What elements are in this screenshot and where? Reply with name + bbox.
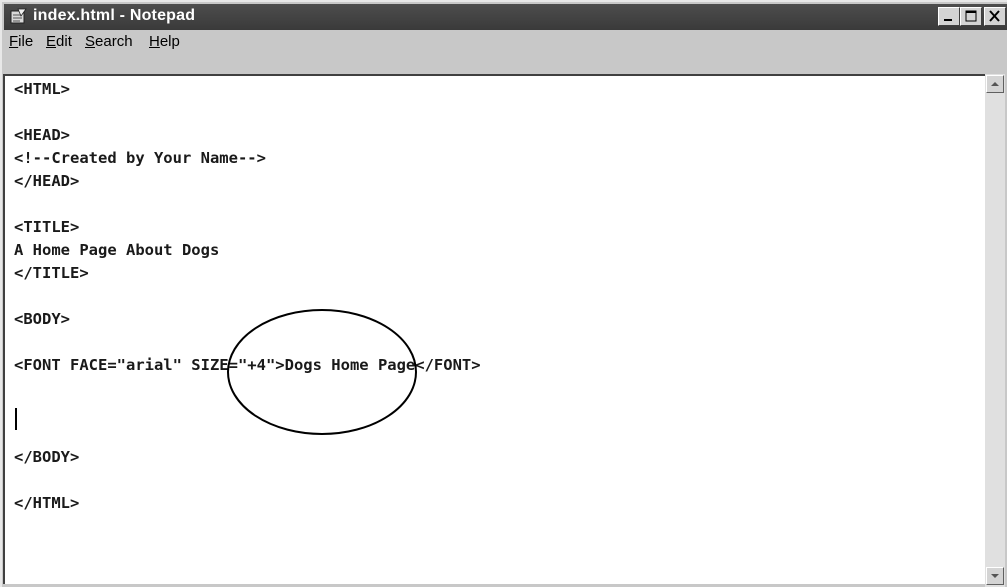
menu-help-label: elp — [159, 33, 180, 50]
code-line: </HEAD> — [14, 172, 80, 190]
arrow-up-icon — [991, 82, 999, 86]
maximize-icon — [965, 10, 977, 22]
close-button[interactable] — [984, 7, 1006, 26]
editor-top-frame — [4, 54, 1007, 76]
menu-help[interactable]: Help — [149, 33, 180, 50]
menu-bar: File Edit Search Help — [4, 30, 1007, 54]
minimize-icon — [944, 19, 952, 21]
code-line: </TITLE> — [14, 264, 89, 282]
minimize-button[interactable] — [938, 7, 960, 26]
editor-content[interactable]: <HTML> <HEAD> <!--Created by Your Name--> <… — [14, 78, 481, 515]
window-title: index.html - Notepad — [33, 7, 196, 24]
menu-file-accel: F — [9, 33, 19, 50]
window-controls — [938, 7, 1006, 27]
code-line: <TITLE> — [14, 218, 80, 236]
code-line: A Home Page About Dogs — [14, 241, 220, 259]
code-line: <!--Created by Your Name--> — [14, 149, 266, 167]
close-icon — [989, 10, 1000, 22]
text-caret — [15, 408, 17, 430]
menu-search[interactable]: Search — [85, 33, 133, 50]
notepad-icon[interactable] — [9, 8, 27, 24]
title-bar[interactable]: index.html - Notepad — [4, 4, 1007, 30]
menu-help-accel: H — [149, 33, 160, 50]
code-line: <HEAD> — [14, 126, 70, 144]
scroll-down-button[interactable] — [986, 567, 1004, 585]
menu-file[interactable]: File — [9, 33, 33, 50]
maximize-button[interactable] — [960, 7, 982, 26]
menu-search-accel: S — [85, 33, 96, 50]
code-line: </BODY> — [14, 448, 80, 466]
menu-search-label: earch — [95, 33, 133, 50]
code-line: <HTML> — [14, 80, 70, 98]
menu-edit-label: dit — [56, 33, 72, 50]
highlight-circle — [227, 309, 417, 435]
vertical-scrollbar[interactable] — [985, 74, 1005, 587]
scroll-up-button[interactable] — [986, 75, 1004, 93]
code-line: </HTML> — [14, 494, 80, 512]
arrow-down-icon — [991, 574, 999, 578]
menu-edit-accel: E — [46, 33, 57, 50]
menu-file-label: ile — [18, 33, 34, 50]
menu-edit[interactable]: Edit — [46, 33, 72, 50]
